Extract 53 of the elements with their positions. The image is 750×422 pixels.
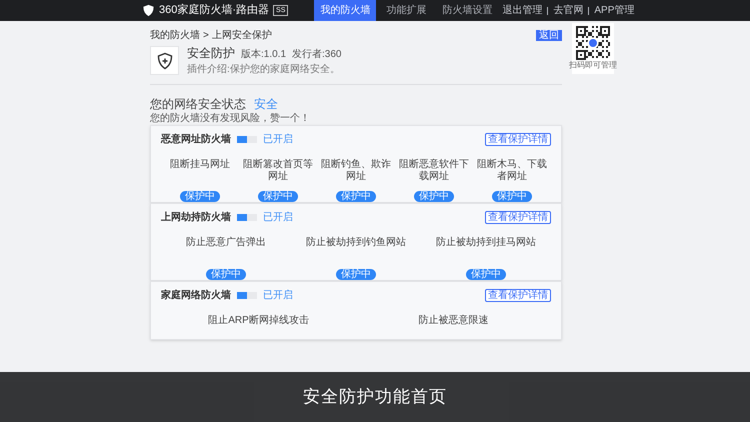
- qr-caption: 扫码即可管理: [569, 61, 617, 71]
- nav-tab[interactable]: 功能扩展: [380, 0, 432, 21]
- protecting-badge: 保护中: [492, 191, 532, 202]
- protecting-badge: 保护中: [466, 269, 506, 280]
- protecting-badge: 保护中: [336, 269, 376, 280]
- breadcrumb-link[interactable]: 上网安全保护: [212, 28, 272, 42]
- top-link[interactable]: 退出管理: [502, 3, 542, 18]
- protection-item: 防止被劫持到挂马网站: [435, 237, 537, 250]
- breadcrumb-separator: >: [203, 28, 209, 42]
- card-title: 上网劫持防火墙: [161, 210, 231, 224]
- protection-item: 防止恶意广告弹出: [185, 237, 267, 250]
- shield-plus-icon: [156, 52, 174, 70]
- protection-item: 阻断篡改首页等网址: [242, 159, 314, 183]
- status-label: 您的网络安全状态: [150, 96, 246, 112]
- protection-item: 阻断木马、下载者网址: [476, 159, 548, 183]
- protection-item: 阻止ARP断网掉线攻击: [207, 315, 310, 328]
- protection-item: 阻断恶意软件下载网址: [398, 159, 470, 183]
- details-button[interactable]: 查看保护详情: [485, 288, 551, 302]
- toggle-switch[interactable]: [237, 214, 257, 220]
- protecting-badge: 保护中: [258, 191, 298, 202]
- details-button[interactable]: 查看保护详情: [485, 210, 551, 224]
- status-value: 安全: [254, 96, 278, 113]
- top-link[interactable]: APP管理: [594, 3, 634, 18]
- protection-item: 阻断挂马网址: [169, 159, 231, 172]
- nav-tab[interactable]: 防火墙设置: [436, 0, 498, 21]
- status-note: 您的防火墙没有发现风险，赞一个！: [150, 113, 311, 125]
- version-text: 版本:1.0.1: [241, 48, 286, 62]
- publisher-text: 发行者:360: [292, 48, 342, 62]
- top-link[interactable]: 去官网: [553, 3, 584, 18]
- logo-text: 360家庭防火墙·路由器: [159, 2, 270, 18]
- back-button[interactable]: 返回: [536, 30, 562, 40]
- switch-status: 已开启: [263, 210, 293, 224]
- card-title: 家庭网络防火墙: [161, 288, 231, 302]
- plugin-description: 插件介绍:保护您的家庭网络安全。: [187, 62, 341, 77]
- qr-code: [576, 26, 610, 60]
- details-button[interactable]: 查看保护详情: [485, 132, 551, 146]
- protecting-badge: 保护中: [336, 191, 376, 202]
- toggle-switch[interactable]: [237, 292, 257, 298]
- shield-logo-icon: [142, 4, 155, 17]
- breadcrumb-link[interactable]: 我的防火墙: [150, 28, 200, 42]
- protection-item: 防止被劫持到钓鱼网站: [305, 237, 407, 250]
- caption-text: 安全防护功能首页: [303, 386, 447, 408]
- toggle-switch[interactable]: [237, 136, 257, 142]
- protecting-badge: 保护中: [206, 269, 246, 280]
- protection-item: 阻断钓鱼、欺诈网址: [320, 159, 392, 183]
- protecting-badge: 保护中: [414, 191, 454, 202]
- switch-status: 已开启: [263, 288, 293, 302]
- nav-tab[interactable]: 我的防火墙: [314, 0, 376, 21]
- protecting-badge: 保护中: [180, 191, 220, 202]
- plugin-name: 安全防护: [187, 45, 235, 62]
- switch-status: 已开启: [263, 132, 293, 146]
- card-title: 恶意网址防火墙: [161, 132, 231, 146]
- protection-item: 防止被恶意限速: [418, 315, 490, 328]
